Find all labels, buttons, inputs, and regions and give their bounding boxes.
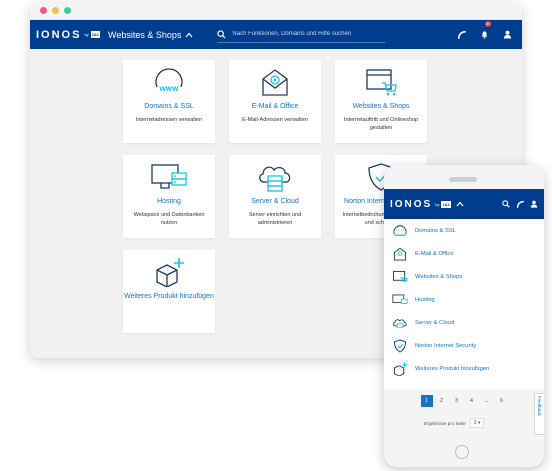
mobile-header-actions (502, 200, 538, 208)
notifications[interactable]: 50 (480, 20, 492, 44)
per-page-select[interactable]: 3 ▾ (469, 418, 485, 428)
list-item-label: Domains & SSL (415, 227, 456, 234)
list-item[interactable]: Server & Cloud (384, 311, 544, 334)
brand-name: IONOS (390, 198, 433, 210)
page-button[interactable]: 3 (451, 395, 463, 407)
envelope-at-icon (393, 247, 407, 261)
window-titlebar (30, 2, 522, 20)
page-button[interactable]: 1 (420, 395, 433, 407)
cloud-server-icon (256, 161, 294, 193)
chevron-up-icon[interactable] (456, 201, 464, 207)
chevron-up-icon (185, 32, 193, 37)
card-description: E-Mail-Adressen verwalten (242, 117, 308, 123)
browser-cart-icon (364, 66, 398, 98)
list-item-label: E-Mail & Office (415, 250, 454, 257)
card-title: Websites & Shops (352, 103, 410, 110)
search-icon[interactable] (217, 29, 226, 39)
list-item-label: Norton Internet Security (415, 342, 477, 349)
close-window-dot[interactable] (40, 7, 47, 14)
chevron-down-icon: ▾ (477, 420, 481, 426)
monitor-server-icon (392, 294, 408, 304)
product-menu-label: Websites & Shops (108, 29, 182, 40)
phone-speaker (449, 177, 477, 182)
card-title: Weiteres Produkt hinzufügen (124, 293, 214, 300)
page-button[interactable]: 2 (436, 395, 448, 407)
list-item-label: Server & Cloud (415, 319, 455, 326)
maximize-window-dot[interactable] (64, 7, 71, 14)
card-title: E-Mail & Office (251, 103, 299, 110)
list-item[interactable]: Hosting (384, 288, 544, 311)
card-title: Domains & SSL (144, 103, 194, 110)
product-grid: www Domains & SSL Internetadressen verwa… (123, 60, 427, 333)
globe-www-icon: www (152, 66, 186, 98)
brand-name: IONOS (36, 28, 82, 41)
shield-check-icon (393, 338, 407, 353)
product-card-server[interactable]: Server & Cloud Server einrichten und adm… (229, 155, 321, 238)
search-icon[interactable] (502, 200, 510, 208)
card-title: Server & Cloud (251, 198, 299, 205)
svg-text:www: www (159, 84, 179, 93)
list-item[interactable]: Weiteres Produkt hinzufügen (384, 357, 544, 380)
user-icon[interactable] (530, 200, 538, 208)
list-item-label: Hosting (415, 296, 435, 303)
per-page-label: Ergebnisse pro Seite (424, 420, 466, 426)
list-item-label: Websites & Shops (415, 273, 463, 280)
mobile-header: IONOS by 1&1 (384, 189, 544, 219)
mobile-device: IONOS by 1&1 Domains & SSL E-Mail & Offi… (384, 165, 544, 467)
phone-icon[interactable] (516, 200, 524, 208)
box-plus-icon (152, 256, 186, 288)
header-actions: 50 (457, 20, 516, 44)
app-header: IONOS by 1&1 Websites & Shops 50 (30, 20, 522, 49)
list-item[interactable]: Websites & Shops (384, 265, 544, 288)
page-button[interactable]: 6 (496, 395, 508, 407)
brand-badge: 1&1 (90, 31, 101, 38)
list-item[interactable]: E-Mail & Office (384, 242, 544, 265)
product-card-email[interactable]: E-Mail & Office E-Mail-Adressen verwalte… (229, 60, 321, 143)
brand-by: by (84, 32, 89, 37)
list-item-label: Weiteres Produkt hinzufügen (415, 365, 490, 372)
add-product-card[interactable]: Weiteres Produkt hinzufügen (123, 250, 215, 333)
ionos-logo[interactable]: IONOS by 1&1 (390, 199, 451, 210)
notification-count-badge: 50 (485, 20, 492, 27)
minimize-window-dot[interactable] (52, 7, 59, 14)
results-per-page: Ergebnisse pro Seite 3 ▾ (424, 418, 485, 428)
card-title: Hosting (157, 198, 181, 205)
brand-badge: 1&1 (441, 200, 451, 208)
product-menu[interactable]: Websites & Shops (108, 30, 193, 40)
pagination: 1 2 3 4 ... 6 (384, 395, 544, 407)
brand-by: by (435, 201, 440, 207)
envelope-at-icon (258, 66, 292, 98)
browser-cart-icon (393, 270, 408, 282)
product-card-hosting[interactable]: Hosting Webspace und Datenbanken nutzen (123, 155, 215, 238)
product-card-domains[interactable]: www Domains & SSL Internetadressen verwa… (123, 60, 215, 143)
globe-www-icon (393, 224, 407, 236)
phone-icon[interactable] (457, 30, 466, 39)
list-item[interactable]: Domains & SSL (384, 219, 544, 242)
feedback-tab[interactable]: Feedback (534, 393, 544, 435)
page-button[interactable]: 4 (466, 395, 478, 407)
mobile-product-list: Domains & SSL E-Mail & Office Websites &… (384, 219, 544, 389)
feedback-label: Feedback (537, 396, 542, 416)
stage: IONOS by 1&1 Websites & Shops 50 (0, 0, 552, 471)
card-description: Internetauftritt und Onlineshop gestalte… (344, 117, 418, 131)
list-item[interactable]: Norton Internet Security (384, 334, 544, 357)
search-bar (217, 27, 386, 43)
card-description: Webspace und Datenbanken nutzen (133, 212, 205, 226)
monitor-server-icon (150, 161, 188, 193)
phone-home-button[interactable] (455, 445, 469, 459)
ionos-logo[interactable]: IONOS by 1&1 (36, 28, 101, 41)
page-ellipsis: ... (484, 398, 489, 404)
cloud-server-icon (393, 318, 407, 328)
product-card-websites[interactable]: Websites & Shops Internetauftritt und On… (335, 60, 427, 143)
box-plus-icon (393, 361, 407, 376)
bell-icon (481, 30, 488, 39)
card-description: Internetadressen verwalten (135, 117, 203, 123)
card-description: Server einrichten und administrieren (248, 212, 302, 226)
user-icon[interactable] (503, 30, 512, 39)
per-page-value: 3 (473, 420, 477, 426)
search-input[interactable] (232, 31, 383, 37)
